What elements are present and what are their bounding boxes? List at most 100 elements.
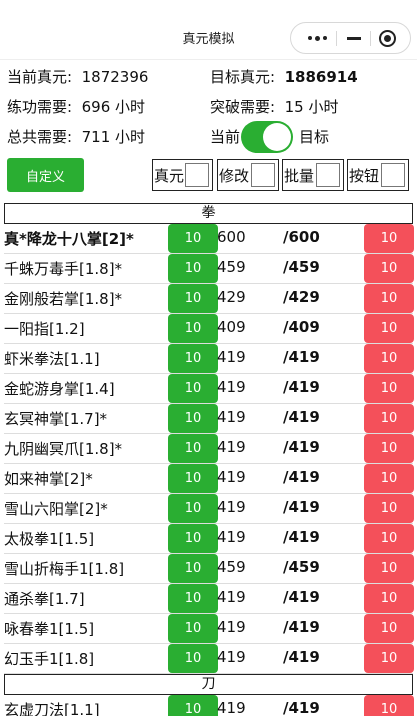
decrease-button[interactable]: 10 (168, 254, 218, 283)
increase-button[interactable]: 10 (364, 224, 414, 253)
current-level: 419 (217, 378, 246, 396)
decrease-button[interactable]: 10 (168, 404, 218, 433)
increase-button[interactable]: 10 (364, 524, 414, 553)
increase-button[interactable]: 10 (364, 344, 414, 373)
increase-button[interactable]: 10 (364, 695, 414, 716)
skill-row: 雪山折梅手1[1.8] 10 459/459 10 (4, 554, 414, 584)
target-level: /459 (283, 258, 320, 276)
target-zhenyuan: 目标真元: 1886914 (210, 66, 358, 87)
skill-name: 虾米拳法[1.1] (4, 350, 100, 368)
skill-name: 九阴幽冥爪[1.8]* (4, 440, 123, 458)
option-buttons-checkbox[interactable] (381, 163, 405, 187)
skill-name: 千蛛万毒手[1.8]* (4, 260, 123, 278)
increase-button[interactable]: 10 (364, 284, 414, 313)
skill-row: 幻玉手1[1.8] 10 419/419 10 (4, 644, 414, 674)
decrease-button[interactable]: 10 (168, 224, 218, 253)
skill-name: 金刚般若掌[1.8]* (4, 290, 123, 308)
target-level: /419 (283, 438, 320, 456)
option-buttons-label: 按钮 (349, 167, 380, 185)
target-level: /419 (283, 699, 320, 716)
total-required-value: 711 小时 (81, 128, 146, 146)
decrease-button[interactable]: 10 (168, 464, 218, 493)
increase-button[interactable]: 10 (364, 644, 414, 673)
skill-row: 如来神掌[2]* 10 419/419 10 (4, 464, 414, 494)
decrease-button[interactable]: 10 (168, 314, 218, 343)
current-level: 409 (217, 318, 246, 336)
target-level: /419 (283, 468, 320, 486)
decrease-button[interactable]: 10 (168, 344, 218, 373)
target-level: /429 (283, 288, 320, 306)
increase-button[interactable]: 10 (364, 434, 414, 463)
option-buttons[interactable]: 按钮 (347, 159, 409, 191)
skill-row: 九阴幽冥爪[1.8]* 10 419/419 10 (4, 434, 414, 464)
target-level: /600 (283, 228, 320, 246)
increase-button[interactable]: 10 (364, 614, 414, 643)
current-target-switch[interactable] (241, 121, 293, 153)
decrease-button[interactable]: 10 (168, 434, 218, 463)
target-level: /419 (283, 378, 320, 396)
current-zhenyuan: 当前真元: 1872396 (7, 66, 148, 87)
decrease-button[interactable]: 10 (168, 584, 218, 613)
increase-button[interactable]: 10 (364, 494, 414, 523)
skill-row: 一阳指[1.2] 10 409/409 10 (4, 314, 414, 344)
skill-name: 真*降龙十八掌[2]* (4, 230, 134, 248)
current-level: 429 (217, 288, 246, 306)
skill-name: 雪山折梅手1[1.8] (4, 560, 125, 578)
increase-button[interactable]: 10 (364, 584, 414, 613)
skill-name: 玄虚刀法[1.1] (4, 701, 100, 716)
target-zhenyuan-label: 目标真元: (210, 68, 276, 86)
skill-name: 太极拳1[1.5] (4, 530, 95, 548)
skill-name: 通杀拳[1.7] (4, 590, 85, 608)
train-required-value: 696 小时 (81, 98, 146, 116)
decrease-button[interactable]: 10 (168, 524, 218, 553)
decrease-button[interactable]: 10 (168, 494, 218, 523)
skill-row: 千蛛万毒手[1.8]* 10 459/459 10 (4, 254, 414, 284)
option-zhenyuan-label: 真元 (154, 167, 185, 185)
skill-name: 玄冥神掌[1.7]* (4, 410, 108, 428)
option-modify[interactable]: 修改 (217, 159, 279, 191)
skill-row: 玄冥神掌[1.7]* 10 419/419 10 (4, 404, 414, 434)
total-required: 总共需要: 711 小时 (7, 126, 145, 147)
skill-name: 咏春拳1[1.5] (4, 620, 95, 638)
option-batch[interactable]: 批量 (282, 159, 344, 191)
decrease-button[interactable]: 10 (168, 644, 218, 673)
more-icon[interactable] (297, 23, 337, 53)
skill-row: 太极拳1[1.5] 10 419/419 10 (4, 524, 414, 554)
target-level: /419 (283, 588, 320, 606)
increase-button[interactable]: 10 (364, 554, 414, 583)
menu-capsule (290, 22, 411, 54)
close-icon[interactable] (367, 23, 407, 53)
increase-button[interactable]: 10 (364, 254, 414, 283)
decrease-button[interactable]: 10 (168, 695, 218, 716)
option-modify-checkbox[interactable] (251, 163, 275, 187)
increase-button[interactable]: 10 (364, 404, 414, 433)
decrease-button[interactable]: 10 (168, 554, 218, 583)
current-level: 419 (217, 348, 246, 366)
current-level: 459 (217, 258, 246, 276)
section-header: 拳 (4, 203, 413, 224)
skill-row: 玄虚刀法[1.1] 10 419/419 10 (4, 695, 414, 716)
target-level: /409 (283, 318, 320, 336)
decrease-button[interactable]: 10 (168, 614, 218, 643)
option-zhenyuan-checkbox[interactable] (185, 163, 209, 187)
target-level: /419 (283, 348, 320, 366)
current-level: 600 (217, 228, 246, 246)
option-batch-label: 批量 (284, 167, 315, 185)
toggle-left-label: 当前 (210, 128, 241, 146)
skill-row: 雪山六阳掌[2]* 10 419/419 10 (4, 494, 414, 524)
increase-button[interactable]: 10 (364, 374, 414, 403)
option-batch-checkbox[interactable] (316, 163, 340, 187)
skill-row: 金刚般若掌[1.8]* 10 429/429 10 (4, 284, 414, 314)
break-required: 突破需要: 15 小时 (210, 96, 338, 117)
skill-row: 通杀拳[1.7] 10 419/419 10 (4, 584, 414, 614)
section-header: 刀 (4, 674, 413, 695)
skill-name: 如来神掌[2]* (4, 470, 93, 488)
custom-button[interactable]: 自定义 (7, 158, 84, 192)
option-zhenyuan[interactable]: 真元 (152, 159, 213, 191)
current-level: 419 (217, 648, 246, 666)
decrease-button[interactable]: 10 (168, 284, 218, 313)
increase-button[interactable]: 10 (364, 464, 414, 493)
current-level: 419 (217, 408, 246, 426)
increase-button[interactable]: 10 (364, 314, 414, 343)
decrease-button[interactable]: 10 (168, 374, 218, 403)
